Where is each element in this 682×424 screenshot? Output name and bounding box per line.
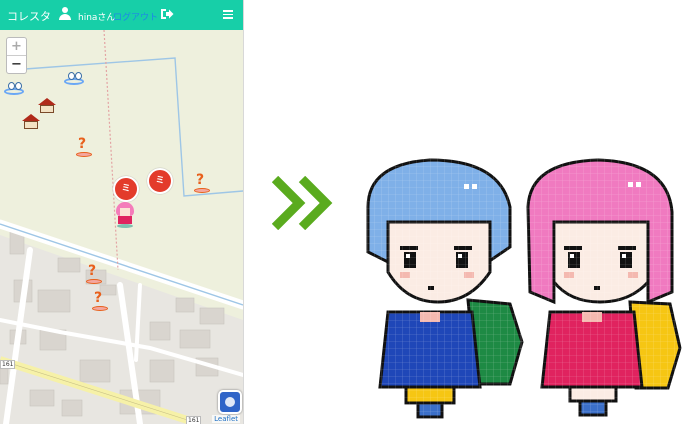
chevrons-icon: [272, 176, 333, 230]
avatar-icon[interactable]: [115, 202, 135, 228]
app-header: コレスタ hinaさん ログアウト: [0, 0, 243, 30]
question-marker-icon[interactable]: ?: [86, 263, 102, 285]
question-marker-icon[interactable]: ?: [76, 136, 92, 158]
username-label: hinaさん: [78, 13, 116, 23]
map-attribution[interactable]: Leaflet: [212, 415, 240, 423]
menu-icon[interactable]: [223, 10, 233, 19]
item-marker-icon[interactable]: ミ: [113, 176, 139, 202]
route-label: 161: [186, 416, 202, 424]
house-icon[interactable]: [38, 98, 56, 113]
locate-button[interactable]: [218, 390, 242, 414]
eye-marker-icon[interactable]: [4, 82, 24, 95]
question-marker-icon[interactable]: ?: [194, 172, 210, 194]
eye-marker-icon[interactable]: [64, 72, 84, 85]
map-view[interactable]: + − ? ? ? ? ミ ミ 161 161 Leaflet: [0, 30, 243, 424]
logout-link[interactable]: ログアウト: [113, 10, 158, 23]
pixel-boy-illustration: [360, 152, 525, 422]
app-brand[interactable]: コレスタ: [7, 8, 51, 24]
route-label: 161: [0, 360, 16, 369]
zoom-out-button[interactable]: −: [7, 56, 26, 73]
phone-screen: コレスタ hinaさん ログアウト + − ? ? ? ? ミ ミ 161 16…: [0, 0, 244, 424]
user-icon: [59, 7, 71, 21]
pixel-girl-illustration: [520, 152, 682, 422]
zoom-in-button[interactable]: +: [7, 38, 26, 56]
question-marker-icon[interactable]: ?: [92, 290, 108, 312]
item-marker-icon[interactable]: ミ: [147, 168, 173, 194]
house-icon[interactable]: [22, 114, 40, 129]
logout-icon[interactable]: [160, 8, 174, 20]
zoom-control: + −: [6, 37, 27, 74]
